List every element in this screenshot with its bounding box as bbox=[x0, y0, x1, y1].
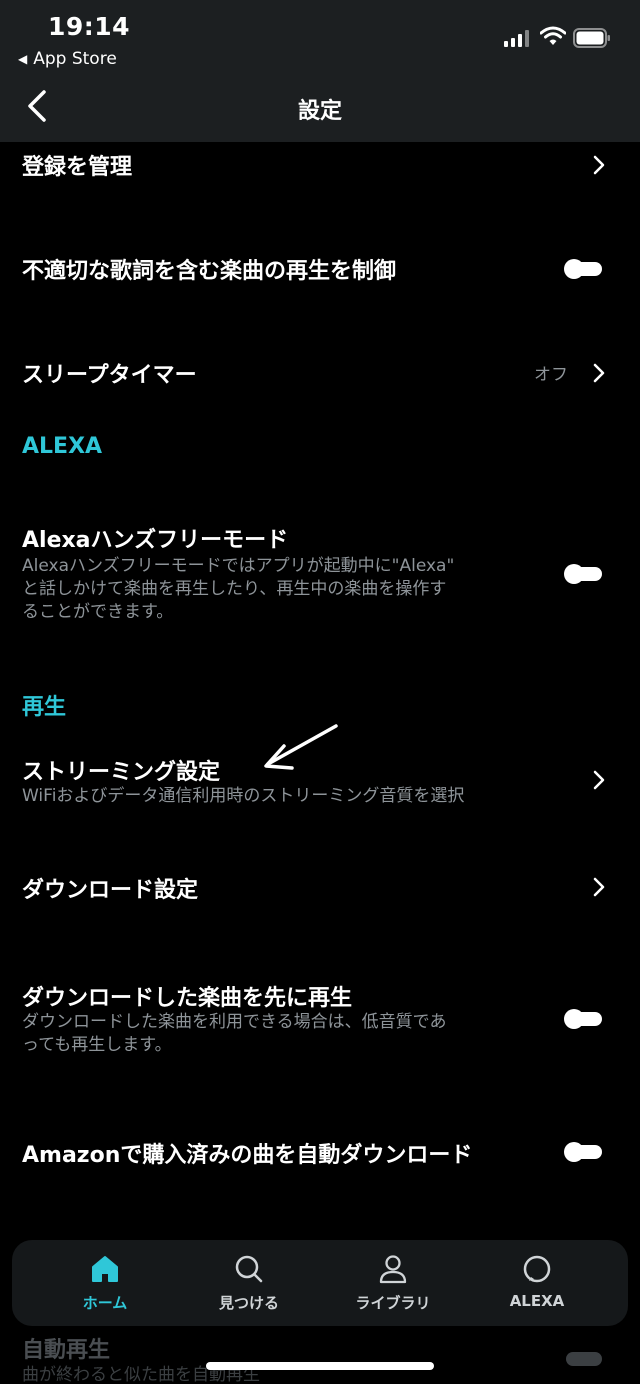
person-icon bbox=[379, 1255, 407, 1284]
page-title: 設定 bbox=[297, 99, 342, 124]
back-app-label: App Store bbox=[33, 49, 117, 69]
streaming-settings-row[interactable]: ストリーミング設定 bbox=[22, 754, 220, 786]
section-header-playback: 再生 bbox=[22, 695, 67, 720]
streaming-settings-description: WiFiおよびデータ通信利用時のストリーミング音質を選択 bbox=[22, 786, 465, 806]
chevron-right-icon[interactable] bbox=[592, 876, 606, 898]
tab-label: ライブラリ bbox=[355, 1294, 431, 1312]
tab-library[interactable]: ライブラリ bbox=[316, 1240, 470, 1326]
home-icon bbox=[92, 1256, 118, 1282]
alexa-handsfree-title: Alexaハンズフリーモード bbox=[22, 528, 289, 553]
auto-download-purchased-title: Amazonで購入済みの曲を自動ダウンロード bbox=[22, 1143, 473, 1168]
alexa-handsfree-toggle[interactable] bbox=[564, 564, 602, 584]
battery-icon bbox=[573, 28, 610, 48]
play-downloaded-first-toggle[interactable] bbox=[564, 1009, 602, 1029]
explicit-lyrics-row-label: 不適切な歌詞を含む楽曲の再生を制御 bbox=[22, 259, 397, 284]
chevron-right-icon[interactable] bbox=[592, 769, 606, 791]
chevron-right-icon[interactable] bbox=[592, 154, 606, 176]
tab-alexa[interactable]: ALEXA bbox=[460, 1240, 614, 1326]
wifi-icon bbox=[540, 26, 566, 45]
alexa-ring-icon bbox=[523, 1255, 551, 1283]
description-line: ることができます。 bbox=[22, 602, 174, 622]
tab-label: ALEXA bbox=[509, 1292, 565, 1310]
description-line: っても再生します。 bbox=[22, 1035, 172, 1055]
bottom-tab-bar: ホーム 見つける ライブラリ ALEXA bbox=[12, 1240, 628, 1326]
back-triangle-icon: ◀ bbox=[18, 52, 28, 66]
alexa-handsfree-description: Alexaハンズフリーモードではアプリが起動中に"Alexa" と話しかけて楽曲… bbox=[22, 555, 454, 624]
description-line: Alexaハンズフリーモードではアプリが起動中に"Alexa" bbox=[22, 556, 455, 576]
manage-subscription-row[interactable]: 登録を管理 bbox=[22, 149, 132, 181]
search-icon bbox=[235, 1255, 263, 1283]
play-downloaded-first-title: ダウンロードした楽曲を先に再生 bbox=[22, 986, 353, 1011]
status-time: 19:14 bbox=[48, 12, 131, 41]
section-header-alexa: ALEXA bbox=[22, 434, 103, 459]
annotation-arrow-icon bbox=[264, 724, 338, 770]
home-indicator[interactable] bbox=[206, 1362, 434, 1370]
download-settings-row[interactable]: ダウンロード設定 bbox=[22, 872, 198, 904]
sleep-timer-value: オフ bbox=[534, 365, 568, 385]
cellular-signal-icon bbox=[504, 30, 530, 47]
description-line: ダウンロードした楽曲を利用できる場合は、低音質であ bbox=[22, 1012, 447, 1032]
sleep-timer-row[interactable]: スリープタイマー bbox=[22, 357, 197, 389]
autoplay-toggle[interactable] bbox=[566, 1352, 602, 1366]
tab-discover[interactable]: 見つける bbox=[172, 1240, 326, 1326]
back-to-app-store-link[interactable]: ◀ App Store bbox=[18, 49, 117, 69]
description-line: と話しかけて楽曲を再生したり、再生中の楽曲を操作す bbox=[22, 579, 447, 599]
auto-download-purchased-toggle[interactable] bbox=[564, 1142, 602, 1162]
tab-label: ホーム bbox=[82, 1294, 128, 1312]
chevron-right-icon[interactable] bbox=[592, 362, 606, 384]
play-downloaded-first-description: ダウンロードした楽曲を利用できる場合は、低音質であ っても再生します。 bbox=[22, 1011, 447, 1057]
explicit-lyrics-toggle[interactable] bbox=[564, 259, 602, 279]
tab-home[interactable]: ホーム bbox=[28, 1240, 182, 1326]
tab-label: 見つける bbox=[218, 1294, 279, 1312]
